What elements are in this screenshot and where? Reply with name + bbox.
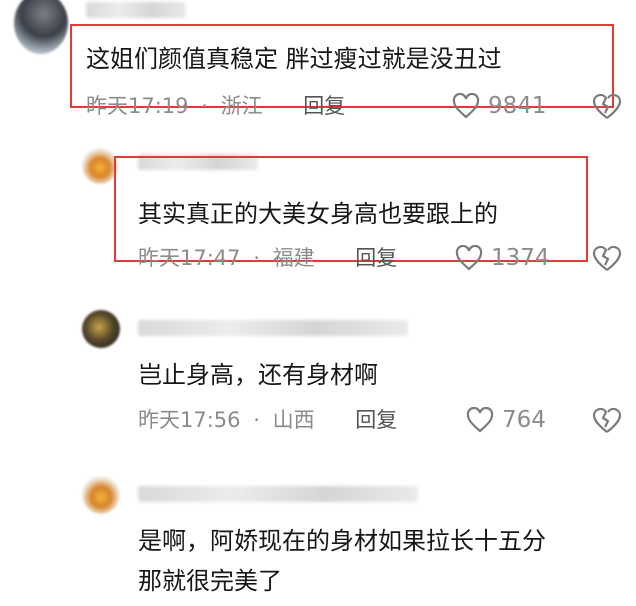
separator-dot: · [201, 94, 208, 118]
username-blurred[interactable] [86, 2, 186, 18]
comment-meta: 昨天17:19 · 浙江 回复 [86, 92, 345, 120]
like-button[interactable]: 9841 [452, 92, 547, 120]
comment-1: 这姐们颜值真稳定 胖过瘦过就是没丑过 昨天17:19 · 浙江 回复 9841 [0, 0, 636, 125]
like-button[interactable]: 1374 [455, 244, 550, 272]
heart-outline-icon [466, 407, 494, 433]
broken-heart-icon[interactable] [592, 244, 622, 272]
comment-location: 福建 [272, 246, 315, 270]
username-blurred[interactable] [138, 486, 418, 502]
comment-text: 岂止身高，还有身材啊 [138, 361, 378, 389]
comment-text-line-1: 是啊，阿娇现在的身材如果拉长十五分 [138, 527, 546, 555]
broken-heart-icon[interactable] [592, 92, 622, 120]
user-avatar[interactable] [82, 476, 120, 514]
separator-dot: · [253, 408, 260, 432]
comment-2: 其实真正的大美女身高也要跟上的 昨天17:47 · 福建 回复 1374 [0, 140, 636, 280]
comment-time: 昨天17:47 [138, 246, 241, 270]
comment-meta: 昨天17:56 · 山西 回复 [138, 406, 397, 434]
comment-location: 浙江 [220, 94, 263, 118]
heart-outline-icon [455, 245, 483, 271]
broken-heart-icon[interactable] [592, 406, 622, 434]
like-count: 764 [502, 407, 546, 433]
comment-meta: 昨天17:47 · 福建 回复 [138, 244, 397, 272]
reply-button[interactable]: 回复 [355, 246, 397, 270]
reply-button[interactable]: 回复 [303, 94, 345, 118]
like-button[interactable]: 764 [466, 406, 546, 434]
user-avatar[interactable] [82, 310, 120, 348]
user-avatar[interactable] [82, 148, 118, 184]
separator-dot: · [253, 246, 260, 270]
reply-button[interactable]: 回复 [355, 408, 397, 432]
username-blurred[interactable] [138, 320, 408, 336]
user-avatar[interactable] [14, 0, 68, 54]
comment-text-line-2: 那就很完美了 [138, 567, 282, 595]
comment-text: 这姐们颜值真稳定 胖过瘦过就是没丑过 [86, 45, 502, 73]
like-count: 1374 [491, 245, 550, 271]
comment-text: 其实真正的大美女身高也要跟上的 [138, 200, 498, 228]
comment-location: 山西 [272, 408, 315, 432]
comment-4: 是啊，阿娇现在的身材如果拉长十五分 那就很完美了 [0, 470, 636, 606]
comment-3: 岂止身高，还有身材啊 昨天17:56 · 山西 回复 764 [0, 300, 636, 440]
heart-outline-icon [452, 93, 480, 119]
like-count: 9841 [488, 93, 547, 119]
comment-time: 昨天17:19 [86, 94, 189, 118]
comment-time: 昨天17:56 [138, 408, 241, 432]
